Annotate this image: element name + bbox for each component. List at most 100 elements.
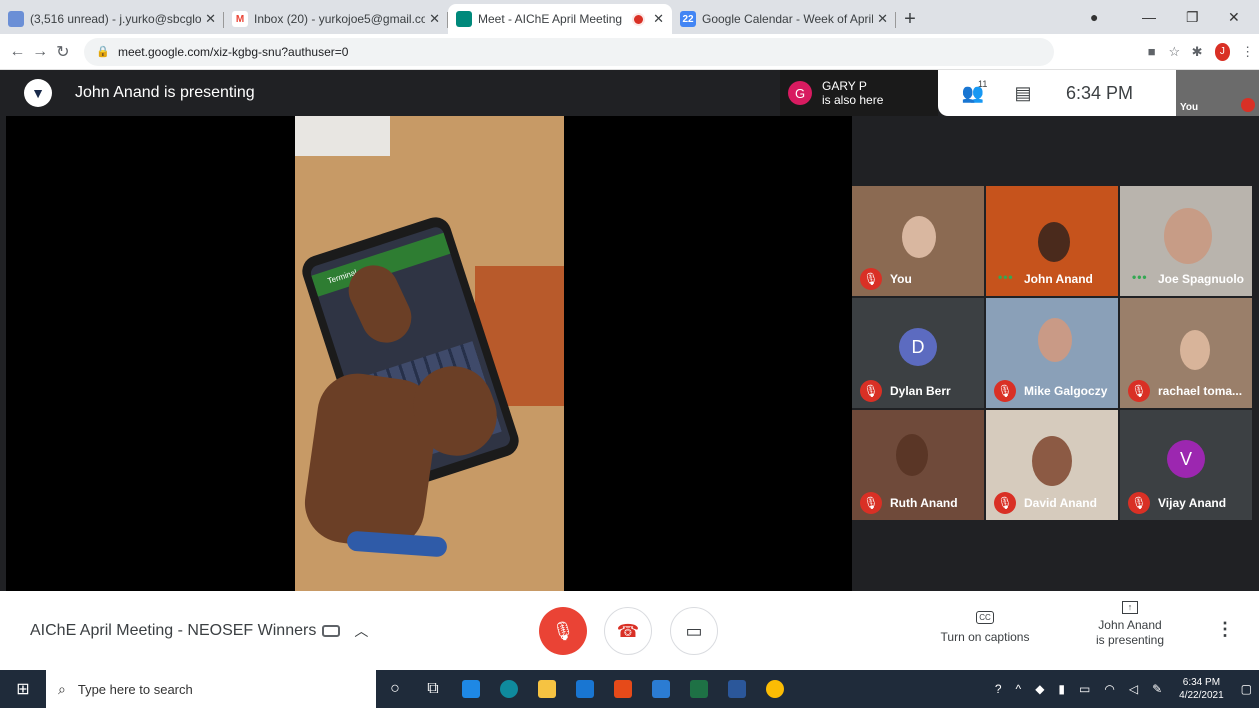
participant-tile[interactable]: D 🎙 Dylan Berr	[852, 298, 984, 408]
self-label: You	[1180, 102, 1199, 113]
microphone-toggle-button[interactable]: 🎙	[539, 607, 587, 655]
edge-browser-icon[interactable]	[490, 670, 528, 708]
participant-tile[interactable]: 🎙 rachael toma...	[1120, 298, 1252, 408]
cortana-icon[interactable]: ○	[376, 670, 414, 708]
mic-off-icon: 🎙	[860, 268, 882, 290]
wifi-icon[interactable]: ◠	[1104, 682, 1114, 696]
more-options-icon[interactable]: ⋮	[1216, 619, 1234, 640]
mic-off-icon	[1241, 98, 1255, 112]
participant-tile[interactable]: V 🎙 Vijay Anand	[1120, 410, 1252, 520]
meet-window: ▼ John Anand is presenting G GARY P is a…	[0, 70, 1259, 670]
microphone-tray-icon[interactable]: ▮	[1058, 682, 1065, 696]
participant-tile[interactable]: 🎙 David Anand	[986, 410, 1118, 520]
chat-icon[interactable]: ▤	[998, 83, 1048, 104]
calendar-app-icon[interactable]	[452, 670, 490, 708]
show-hidden-icons-icon[interactable]: ^	[1016, 682, 1022, 696]
participant-avatar: V	[1167, 440, 1205, 478]
also-here-status: is also here	[822, 93, 884, 107]
close-tab-icon[interactable]: ✕	[205, 11, 216, 27]
mic-off-icon: 🎙	[860, 492, 882, 514]
also-here-notice: G GARY P is also here	[780, 70, 938, 116]
lock-icon[interactable]: 🔒	[96, 45, 110, 58]
participant-name: Ruth Anand	[890, 496, 958, 510]
mic-off-icon: 🎙	[551, 620, 575, 641]
self-view-tile[interactable]: You	[1176, 70, 1259, 116]
wristband-object	[346, 530, 448, 558]
speaking-indicator-icon: •••	[998, 270, 1014, 284]
presenting-button[interactable]: ↑ John Anand is presenting	[1080, 599, 1180, 648]
battery-icon[interactable]: ▭	[1079, 682, 1090, 696]
browser-menu-icon[interactable]: ⋮	[1236, 44, 1259, 60]
leave-call-button[interactable]: ☎	[604, 607, 652, 655]
media-control-icon[interactable]: ●	[1090, 0, 1098, 34]
pen-icon[interactable]: ✎	[1152, 682, 1162, 696]
close-window-icon[interactable]: ✕	[1228, 0, 1240, 34]
tab-email[interactable]: (3,516 unread) - j.yurko@sbcglob ✕	[0, 4, 224, 34]
presentation-stage: Terminal	[6, 116, 852, 591]
close-tab-icon[interactable]: ✕	[429, 11, 440, 27]
extensions-icon[interactable]: ✱	[1186, 44, 1209, 60]
word-app-icon[interactable]	[718, 670, 756, 708]
address-bar[interactable]: 🔒 meet.google.com/xiz-kgbg-snu?authuser=…	[84, 37, 1055, 66]
network-status-icon[interactable]: ◆	[1035, 682, 1044, 696]
meeting-info-pill: 👥 11 ▤ 6:34 PM	[938, 70, 1176, 116]
participant-name: John Anand	[1024, 272, 1093, 286]
bookmark-star-icon[interactable]: ☆	[1163, 44, 1186, 60]
search-icon: ⌕	[58, 680, 66, 697]
tab-meet[interactable]: Meet - AIChE April Meeting ✕	[448, 4, 672, 34]
meeting-time: 6:34 PM	[1066, 82, 1134, 103]
excel-app-icon[interactable]	[680, 670, 718, 708]
paper-object	[295, 116, 390, 156]
participant-tile[interactable]: 🎙 Ruth Anand	[852, 410, 984, 520]
windows-start-icon[interactable]: ⊞	[0, 679, 46, 699]
restore-icon[interactable]: ❐	[1186, 0, 1199, 34]
video-camera-icon: ▭	[685, 620, 703, 641]
participant-video	[902, 216, 936, 258]
participant-tile[interactable]: 🎙 Mike Galgoczy	[986, 298, 1118, 408]
captions-button[interactable]: CC Turn on captions	[930, 609, 1040, 644]
participant-name: You	[890, 272, 912, 286]
task-view-icon[interactable]: ⧉	[414, 670, 452, 708]
profile-avatar[interactable]: J	[1214, 42, 1231, 61]
reload-icon[interactable]: ↻	[52, 42, 75, 62]
participant-name: Vijay Anand	[1158, 496, 1227, 510]
chevron-up-icon: ︿	[354, 623, 369, 639]
todo-app-icon[interactable]	[642, 670, 680, 708]
participant-tile[interactable]: ••• Joe Spagnuolo	[1120, 186, 1252, 296]
chrome-app-icon[interactable]	[756, 670, 794, 708]
tab-gmail[interactable]: M Inbox (20) - yurkojoe5@gmail.co ✕	[224, 4, 448, 34]
participant-tile[interactable]: ••• John Anand	[986, 186, 1118, 296]
meeting-details-button[interactable]: AIChE April Meeting - NEOSEF Winners ︿	[30, 621, 368, 641]
mic-off-icon: 🎙	[860, 380, 882, 402]
email-favicon-icon	[8, 11, 24, 27]
forward-icon[interactable]: →	[29, 43, 52, 61]
mail-app-icon[interactable]	[566, 670, 604, 708]
meeting-name: AIChE April Meeting - NEOSEF Winners	[30, 622, 317, 639]
camera-toggle-button[interactable]: ▭	[670, 607, 718, 655]
meet-favicon-icon	[456, 11, 472, 27]
recording-indicator-icon	[634, 14, 644, 24]
presenting-banner: John Anand is presenting	[75, 84, 255, 101]
back-icon[interactable]: ←	[6, 43, 29, 61]
participant-video	[1180, 330, 1210, 370]
volume-icon[interactable]: ◁	[1129, 682, 1138, 696]
participant-tile[interactable]: 🎙 You	[852, 186, 984, 296]
office-app-icon[interactable]	[604, 670, 642, 708]
gmail-favicon-icon: M	[232, 11, 248, 27]
help-icon[interactable]: ?	[995, 682, 1002, 696]
notifications-icon[interactable]: ▢	[1241, 682, 1252, 696]
minimize-icon[interactable]: —	[1142, 0, 1156, 34]
tab-calendar[interactable]: 22 Google Calendar - Week of April ✕	[672, 4, 896, 34]
close-tab-icon[interactable]: ✕	[877, 11, 888, 27]
new-tab-button[interactable]: +	[896, 4, 924, 34]
close-tab-icon[interactable]: ✕	[653, 11, 664, 27]
file-explorer-icon[interactable]	[528, 670, 566, 708]
taskbar-search-box[interactable]: ⌕ Type here to search	[46, 670, 376, 708]
system-clock[interactable]: 6:34 PM 4/22/2021	[1179, 676, 1224, 702]
people-button[interactable]: 👥 11	[948, 79, 998, 104]
camera-in-use-icon[interactable]: ■	[1140, 44, 1163, 59]
browser-toolbar: ← → ↻ 🔒 meet.google.com/xiz-kgbg-snu?aut…	[0, 34, 1259, 70]
presenting-name: John Anand	[1098, 618, 1162, 632]
clock-date: 4/22/2021	[1179, 690, 1224, 701]
participant-name: David Anand	[1024, 496, 1097, 510]
